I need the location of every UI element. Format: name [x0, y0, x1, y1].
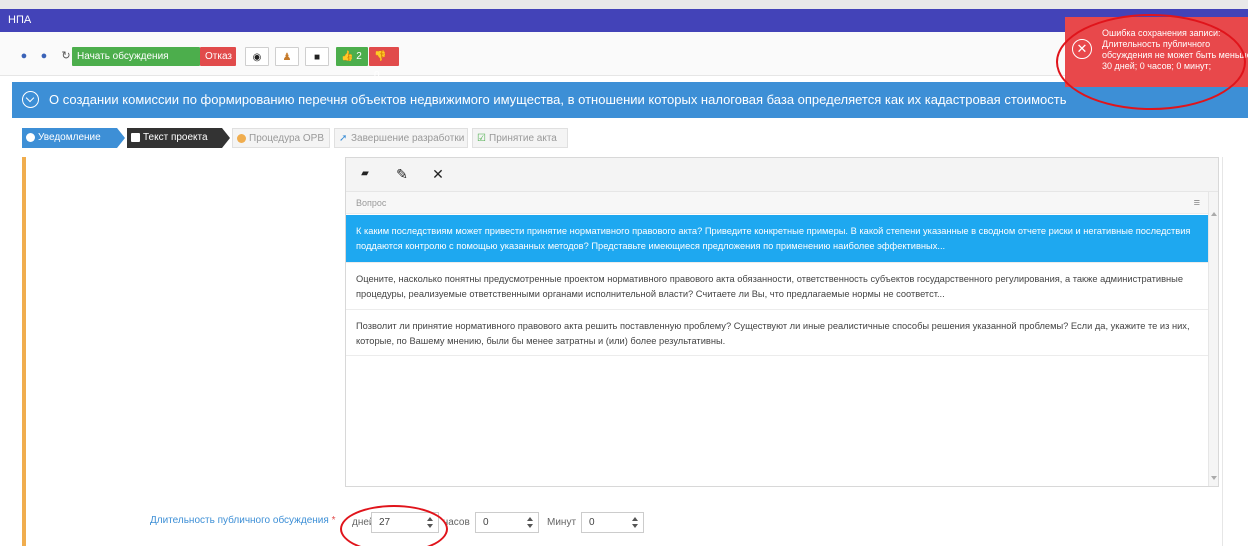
annotation-ring — [1056, 14, 1246, 110]
dislike-button[interactable]: 👎 0 — [369, 47, 399, 81]
eye-icon: ◉ — [252, 52, 262, 63]
step-label: Принятие акта — [489, 133, 557, 144]
window-title: НПА — [8, 14, 32, 26]
question-text: К каким последствиям может привести прин… — [356, 226, 1191, 251]
step-label: Текст проекта — [143, 132, 208, 143]
questions-toolbar: ▰ ✎ ✕ — [346, 158, 1218, 192]
filter-icon[interactable]: ≡ — [1194, 192, 1200, 214]
step-arrow — [117, 128, 125, 148]
question-row[interactable]: К каким последствиям может привести прин… — [346, 215, 1208, 263]
send-icon: ➚ — [339, 133, 348, 144]
column-header[interactable]: Вопрос ≡ — [346, 192, 1208, 214]
minutes-spinner-icon[interactable] — [631, 516, 639, 529]
step-finish-development[interactable]: ➚ Завершение разработки — [334, 128, 468, 148]
start-discussion-button[interactable]: Начать обсуждения — [72, 47, 200, 66]
column-header-label: Вопрос — [356, 198, 387, 208]
minutes-input[interactable]: 0 — [581, 512, 644, 533]
hours-value: 0 — [483, 517, 489, 528]
browser-strip — [0, 0, 1248, 9]
section-indicator — [22, 157, 26, 546]
document-title-banner[interactable]: О создании комиссии по формированию пере… — [12, 82, 1248, 118]
question-text: Позволит ли принятие нормативного правов… — [356, 321, 1190, 346]
stop-icon: ■ — [313, 52, 321, 63]
step-project-text[interactable]: Текст проекта — [127, 128, 222, 148]
likes-count: 2 — [356, 51, 362, 62]
thumbs-up-icon: 👍 — [341, 51, 354, 62]
hours-spinner-icon[interactable] — [526, 516, 534, 529]
like-button[interactable]: 👍 2 — [336, 47, 368, 66]
window-titlebar: НПА — [0, 9, 1248, 32]
circle-right-icon[interactable]: ● — [38, 50, 50, 62]
app-window: НПА ● ● ↻ Начать обсуждения Отказ ◉ ♟ ■ … — [0, 0, 1248, 546]
step-label: Завершение разработки — [351, 133, 465, 144]
step-label: Процедура ОРВ — [249, 133, 325, 144]
scroll-up-icon[interactable] — [1211, 212, 1217, 216]
question-text: Оцените, насколько понятны предусмотренн… — [356, 274, 1184, 299]
info-icon — [26, 133, 35, 142]
user-icon: ♟ — [282, 52, 292, 63]
reject-button[interactable]: Отказ — [200, 47, 236, 66]
clock-icon — [237, 134, 246, 143]
stop-button[interactable]: ■ — [305, 47, 329, 66]
hours-input[interactable]: 0 — [475, 512, 539, 533]
step-orv[interactable]: Процедура ОРВ — [232, 128, 330, 148]
step-notification[interactable]: Уведомление — [22, 128, 117, 148]
pencil-icon[interactable]: ✎ — [393, 165, 411, 183]
thumbs-down-icon: 👎 — [374, 51, 387, 62]
duration-label-text: Длительность публичного обсуждения — [150, 515, 329, 526]
questions-panel: ▰ ✎ ✕ Вопрос ≡ К каким последствиям може… — [345, 157, 1219, 487]
divider — [1222, 157, 1223, 546]
annotation-ring — [340, 505, 448, 546]
minutes-label: Минут — [547, 517, 577, 528]
circle-left-icon[interactable]: ● — [18, 50, 30, 62]
scroll-down-icon[interactable] — [1211, 476, 1217, 480]
step-label: Уведомление — [38, 132, 101, 143]
step-adopt-act[interactable]: ☑ Принятие акта — [472, 128, 568, 148]
step-arrow — [222, 128, 230, 148]
eye-button[interactable]: ◉ — [245, 47, 269, 66]
required-mark: * — [331, 515, 336, 526]
question-row[interactable]: Позволит ли принятие нормативного правов… — [346, 310, 1208, 356]
check-icon: ☑ — [477, 133, 486, 144]
minutes-value: 0 — [589, 517, 595, 528]
scrollbar[interactable] — [1208, 192, 1218, 486]
refresh-icon[interactable]: ↻ — [60, 50, 72, 62]
chevron-down-icon[interactable] — [22, 91, 39, 108]
document-title: О создании комиссии по формированию пере… — [49, 92, 1067, 107]
flag-icon[interactable]: ▰ — [356, 165, 374, 183]
question-row[interactable]: Оцените, насколько понятны предусмотренн… — [346, 263, 1208, 310]
close-icon[interactable]: ✕ — [429, 165, 447, 183]
edit-icon — [131, 133, 140, 142]
duration-label: Длительность публичного обсуждения * — [150, 515, 335, 526]
user-button[interactable]: ♟ — [275, 47, 299, 66]
dislikes-count: 0 — [374, 70, 380, 81]
